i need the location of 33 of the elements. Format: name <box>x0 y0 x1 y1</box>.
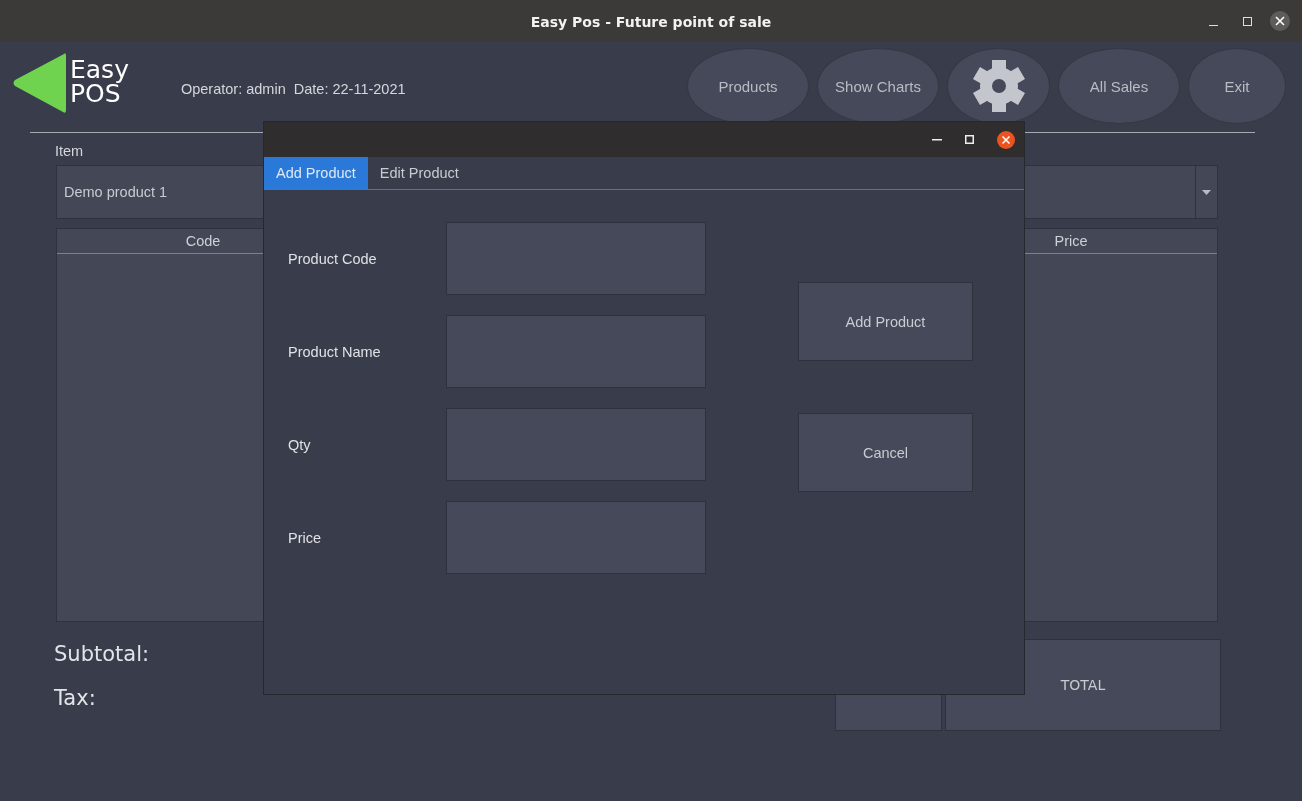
item-label: Item <box>55 143 85 159</box>
input-field[interactable] <box>446 315 706 388</box>
column-header: Code <box>184 232 222 251</box>
maximize-icon[interactable] <box>965 135 974 144</box>
operator-date-text: Operator: admin Date: 22-11-2021 <box>180 81 406 97</box>
triangle-logo-icon <box>12 52 66 114</box>
field-label: Product Code <box>288 250 378 267</box>
input-field[interactable] <box>446 501 706 574</box>
logo-text: Easy <box>70 58 129 82</box>
minimize-icon[interactable] <box>932 138 942 141</box>
dialog-button[interactable]: Cancel <box>798 413 973 492</box>
close-icon[interactable] <box>997 130 1015 149</box>
tab[interactable]: Edit Product <box>367 157 471 189</box>
toolbar-button[interactable]: Products <box>687 48 809 124</box>
field-label: Product Name <box>288 343 382 360</box>
toolbar-button[interactable]: Show Charts <box>817 48 939 124</box>
tax-label: Tax: <box>54 685 97 712</box>
input-field[interactable] <box>446 408 706 481</box>
input-field[interactable] <box>446 222 706 295</box>
column-header: Price <box>1053 232 1089 251</box>
toolbar-button[interactable]: Exit <box>1188 48 1286 124</box>
toolbar-button[interactable]: All Sales <box>1058 48 1180 124</box>
window-title: Easy Pos - Future point of sale <box>530 14 772 30</box>
settings-icon <box>971 59 1026 113</box>
dialog-button[interactable]: Add Product <box>798 282 973 361</box>
tab[interactable]: Add Product <box>264 157 368 189</box>
subtotal-label: Subtotal: <box>54 641 150 668</box>
field-label: Qty <box>288 436 312 453</box>
logo-text: POS <box>70 82 121 106</box>
close-icon <box>1275 16 1285 26</box>
field-label: Price <box>288 529 323 546</box>
close-button[interactable] <box>1270 11 1290 31</box>
caret-icon <box>1202 189 1211 195</box>
